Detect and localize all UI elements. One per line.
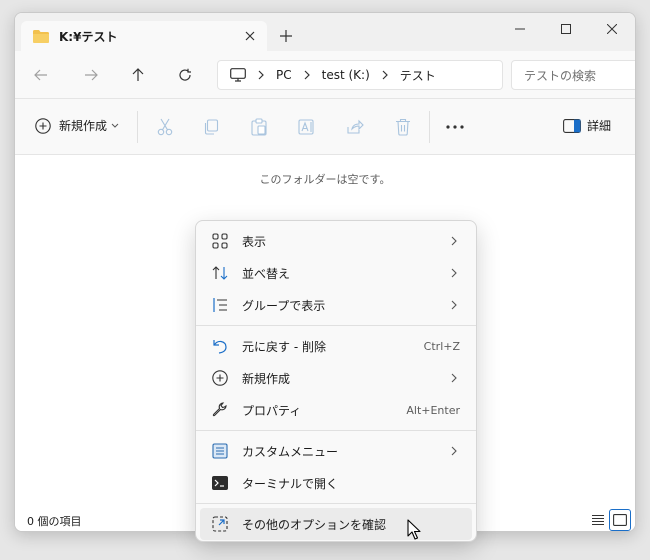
- paste-icon[interactable]: [249, 117, 269, 137]
- more-icon[interactable]: [445, 117, 465, 137]
- details-button[interactable]: 詳細: [563, 117, 611, 134]
- chevron-right-icon: [304, 70, 310, 80]
- menu-item-label: プロパティ: [242, 403, 302, 418]
- chevron-right-icon: [382, 70, 388, 80]
- chevron-right-icon: [444, 295, 464, 315]
- command-bar: 新規作成 詳細: [15, 99, 635, 155]
- new-button[interactable]: 新規作成: [35, 117, 119, 134]
- group-icon: [210, 295, 230, 315]
- menu-item-new[interactable]: 新規作成: [200, 362, 472, 394]
- wrench-icon: [210, 400, 230, 420]
- menu-item-label: ターミナルで開く: [242, 476, 339, 491]
- close-window-icon[interactable]: [589, 13, 635, 45]
- menu-item-label: 元に戻す - 削除: [242, 339, 326, 354]
- copy-icon[interactable]: [201, 117, 221, 137]
- menu-item-label: グループで表示: [242, 298, 326, 313]
- menu-separator: [196, 503, 476, 504]
- menu-item-label: その他のオプションを確認: [242, 517, 387, 532]
- minimize-icon[interactable]: [497, 13, 543, 45]
- cut-icon[interactable]: [155, 117, 175, 137]
- new-button-label: 新規作成: [59, 119, 108, 133]
- breadcrumb-drive[interactable]: test (K:): [322, 68, 370, 82]
- chevron-right-icon: [258, 70, 264, 80]
- view-toggle: [587, 509, 631, 531]
- menu-item-group-by[interactable]: グループで表示: [200, 289, 472, 321]
- title-bar: K:¥テスト: [15, 13, 635, 51]
- tab-title: K:¥テスト: [59, 29, 118, 44]
- mouse-cursor-icon: [407, 519, 421, 540]
- menu-item-show-more-options[interactable]: その他のオプションを確認: [200, 508, 472, 540]
- new-tab-icon[interactable]: [277, 27, 295, 45]
- folder-icon: [33, 29, 49, 43]
- close-tab-icon[interactable]: [241, 27, 259, 45]
- menu-item-label: 新規作成: [242, 371, 291, 386]
- context-menu: 表示 並べ替え グループで表示 元に戻す - 削除 Ctrl+Z 新規作成 プロ…: [195, 220, 477, 542]
- terminal-icon: [210, 473, 230, 493]
- rename-icon[interactable]: [297, 117, 317, 137]
- refresh-icon[interactable]: [173, 63, 197, 87]
- menu-item-label: 表示: [242, 234, 267, 249]
- tiles-view-icon[interactable]: [609, 509, 631, 531]
- menu-item-view[interactable]: 表示: [200, 225, 472, 257]
- breadcrumb-folder[interactable]: テスト: [400, 67, 436, 84]
- chevron-right-icon: [444, 368, 464, 388]
- chevron-right-icon: [444, 263, 464, 283]
- menu-item-label: カスタムメニュー: [242, 444, 339, 459]
- item-count: 0 個の項目: [27, 515, 82, 528]
- computer-icon: [230, 68, 246, 82]
- navigation-bar: PC test (K:) テスト テストの検索: [15, 51, 635, 99]
- shortcut-text: Alt+Enter: [406, 403, 460, 417]
- menu-separator: [196, 325, 476, 326]
- details-view-icon[interactable]: [587, 509, 609, 531]
- plus-circle-icon: [35, 117, 51, 134]
- breadcrumb-pc[interactable]: PC: [276, 68, 292, 82]
- toolbar-divider: [137, 111, 138, 143]
- details-pane-icon: [563, 118, 581, 133]
- delete-icon[interactable]: [393, 117, 413, 137]
- menu-item-sort[interactable]: 並べ替え: [200, 257, 472, 289]
- plus-circle-icon: [210, 368, 230, 388]
- chevron-down-icon: [111, 123, 119, 128]
- details-label: 詳細: [586, 119, 611, 133]
- undo-icon: [210, 336, 230, 356]
- share-icon[interactable]: [345, 117, 365, 137]
- grid-icon: [210, 231, 230, 251]
- arrow-right-icon[interactable]: [79, 63, 103, 87]
- menu-item-undo[interactable]: 元に戻す - 削除 Ctrl+Z: [200, 330, 472, 362]
- menu-item-label: 並べ替え: [242, 266, 291, 281]
- open-external-icon: [210, 514, 230, 534]
- menu-item-custom-menu[interactable]: カスタムメニュー: [200, 435, 472, 467]
- menu-item-properties[interactable]: プロパティ Alt+Enter: [200, 394, 472, 426]
- tab-current[interactable]: K:¥テスト: [21, 21, 267, 51]
- search-placeholder: テストの検索: [524, 68, 597, 83]
- sort-icon: [210, 263, 230, 283]
- arrow-up-icon[interactable]: [126, 63, 150, 87]
- menu-item-open-terminal[interactable]: ターミナルで開く: [200, 467, 472, 499]
- toolbar-divider: [429, 111, 430, 143]
- custom-menu-icon: [210, 441, 230, 461]
- menu-separator: [196, 430, 476, 431]
- maximize-icon[interactable]: [543, 13, 589, 45]
- arrow-left-icon[interactable]: [29, 63, 53, 87]
- window-controls: [497, 13, 635, 45]
- empty-folder-message: このフォルダーは空です。: [259, 173, 391, 186]
- address-bar[interactable]: PC test (K:) テスト: [217, 60, 503, 90]
- chevron-right-icon: [444, 231, 464, 251]
- search-input[interactable]: テストの検索: [511, 60, 635, 90]
- shortcut-text: Ctrl+Z: [423, 339, 460, 353]
- chevron-right-icon: [444, 441, 464, 461]
